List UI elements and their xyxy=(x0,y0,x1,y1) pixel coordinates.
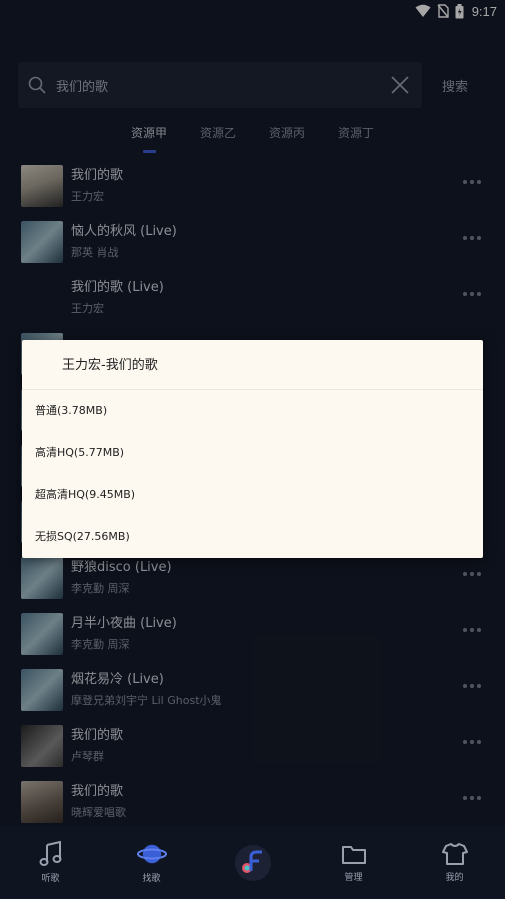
list-item[interactable]: 我们的歌 卢琴群 xyxy=(0,718,505,774)
more-options-icon[interactable] xyxy=(463,292,481,296)
quality-option-super-hq[interactable]: 超高清HQ(9.45MB) xyxy=(22,474,483,516)
more-options-icon[interactable] xyxy=(463,236,481,240)
list-item[interactable]: 月半小夜曲 (Live) 李克勤 周深 xyxy=(0,606,505,662)
search-bar: 搜索 xyxy=(18,62,505,108)
quality-option-lossless[interactable]: 无损SQ(27.56MB) xyxy=(22,516,483,558)
list-item[interactable]: 我们的歌 晓辉爱唱歌 xyxy=(0,774,505,830)
search-button[interactable]: 搜索 xyxy=(442,76,468,95)
list-item[interactable]: 我们的歌 王力宏 xyxy=(0,158,505,214)
nav-manage[interactable]: 管理 xyxy=(303,826,404,899)
folder-icon xyxy=(341,846,366,864)
quality-option-standard[interactable]: 普通(3.78MB) xyxy=(22,390,483,432)
more-options-icon[interactable] xyxy=(463,180,481,184)
song-artist: 卢琴群 xyxy=(71,750,104,763)
list-item[interactable]: 烟花易冷 (Live) 摩登兄弟刘宇宁 Lil Ghost小鬼 xyxy=(0,662,505,718)
search-box[interactable] xyxy=(18,62,422,108)
album-cover xyxy=(21,165,63,207)
app-logo-icon xyxy=(234,844,271,881)
nav-listen[interactable]: 听歌 xyxy=(0,826,101,899)
status-bar: 9:17 xyxy=(0,0,505,22)
song-title: 我们的歌 xyxy=(71,728,124,743)
tab-source-c[interactable]: 资源丙 xyxy=(253,120,322,156)
quality-option-hq[interactable]: 高清HQ(5.77MB) xyxy=(22,432,483,474)
nav-mine[interactable]: 我的 xyxy=(404,826,505,899)
nav-label: 我的 xyxy=(445,873,464,883)
song-artist: 李克勤 周深 xyxy=(71,638,130,651)
tab-source-d[interactable]: 资源丁 xyxy=(322,120,391,156)
nav-label: 管理 xyxy=(344,873,363,883)
song-artist: 李克勤 周深 xyxy=(71,582,130,595)
planet-icon xyxy=(136,844,167,864)
source-tabs: 资源甲 资源乙 资源丙 资源丁 xyxy=(0,120,505,156)
song-title: 月半小夜曲 (Live) xyxy=(71,616,177,631)
tab-source-a[interactable]: 资源甲 xyxy=(115,120,184,156)
dialog-title: 王力宏-我们的歌 xyxy=(22,340,483,390)
close-icon xyxy=(391,76,409,94)
song-artist: 那英 肖战 xyxy=(71,246,119,259)
album-cover xyxy=(21,221,63,263)
song-title: 我们的歌 (Live) xyxy=(71,280,164,295)
nav-find[interactable]: 找歌 xyxy=(101,826,202,899)
song-artist: 王力宏 xyxy=(71,302,104,315)
nav-label: 听歌 xyxy=(41,874,60,884)
shirt-icon xyxy=(441,843,468,865)
clear-search-button[interactable] xyxy=(388,73,412,97)
list-item[interactable]: 恼人的秋风 (Live) 那英 肖战 xyxy=(0,214,505,270)
song-title: 烟花易冷 (Live) xyxy=(71,672,164,687)
wifi-icon xyxy=(415,4,431,17)
album-cover xyxy=(21,557,63,599)
song-title: 野狼disco (Live) xyxy=(71,560,172,575)
album-cover xyxy=(21,781,63,823)
search-icon xyxy=(28,76,46,94)
battery-icon xyxy=(455,3,464,18)
nav-app-logo[interactable] xyxy=(202,826,303,899)
song-title: 我们的歌 xyxy=(71,168,124,183)
song-artist: 晓辉爱唱歌 xyxy=(71,806,126,819)
album-cover xyxy=(21,613,63,655)
more-options-icon[interactable] xyxy=(463,740,481,744)
more-options-icon[interactable] xyxy=(463,628,481,632)
more-options-icon[interactable] xyxy=(463,684,481,688)
song-title: 我们的歌 xyxy=(71,784,124,799)
song-artist: 王力宏 xyxy=(71,190,104,203)
album-cover xyxy=(21,669,63,711)
no-sim-icon xyxy=(437,4,449,18)
album-cover xyxy=(21,277,63,319)
tab-source-b[interactable]: 资源乙 xyxy=(184,120,253,156)
song-title: 恼人的秋风 (Live) xyxy=(71,224,177,239)
album-cover xyxy=(21,725,63,767)
status-time: 9:17 xyxy=(471,3,497,19)
song-artist: 摩登兄弟刘宇宁 Lil Ghost小鬼 xyxy=(71,694,222,707)
bottom-nav: 听歌 找歌 管理 我的 xyxy=(0,826,505,899)
quality-dialog: 王力宏-我们的歌 普通(3.78MB) 高清HQ(5.77MB) 超高清HQ(9… xyxy=(22,340,483,558)
music-note-icon xyxy=(39,841,61,866)
search-input[interactable] xyxy=(46,77,388,93)
nav-label: 找歌 xyxy=(142,874,161,884)
list-item[interactable]: 野狼disco (Live) 李克勤 周深 xyxy=(0,550,505,606)
list-item[interactable]: 我们的歌 (Live) 王力宏 xyxy=(0,270,505,326)
more-options-icon[interactable] xyxy=(463,796,481,800)
more-options-icon[interactable] xyxy=(463,572,481,576)
